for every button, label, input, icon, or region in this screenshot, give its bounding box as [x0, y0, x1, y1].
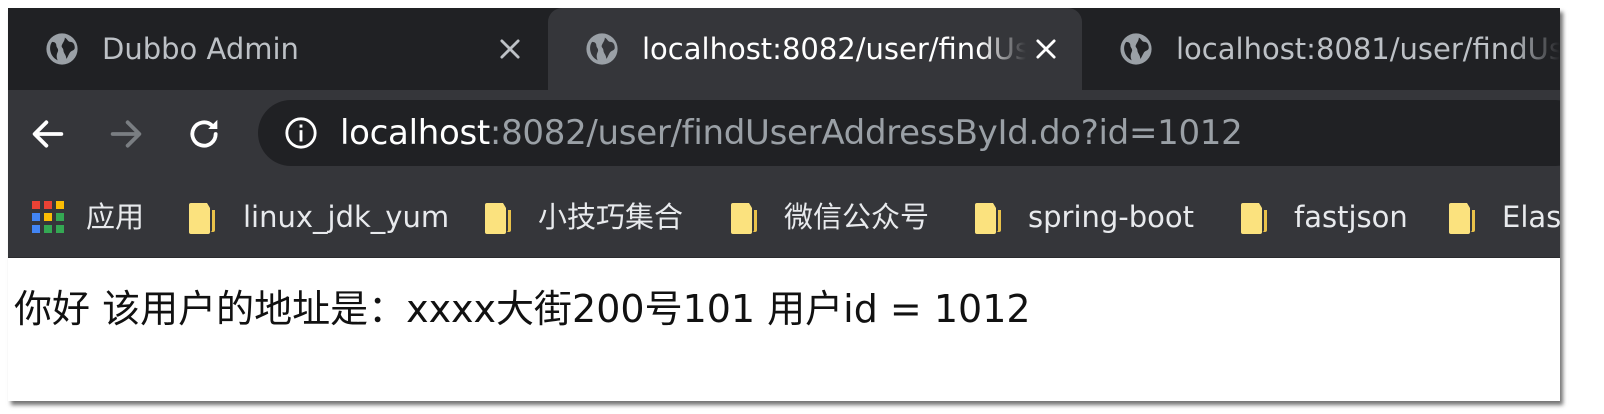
bookmarks-bar: 应用 linux_jdk_yum 小技巧集合 微信公众号 spring-boot…	[8, 176, 1560, 258]
globe-icon	[1120, 33, 1152, 65]
bookmark-label: 小技巧集合	[538, 200, 684, 234]
tab-localhost-8081[interactable]: localhost:8081/user/findUs	[1082, 8, 1560, 90]
bookmark-tips[interactable]: 小技巧集合	[484, 194, 704, 240]
url-path: :8082/user/findUserAddressById.do?id=101…	[489, 113, 1243, 153]
back-arrow-icon[interactable]	[28, 114, 68, 154]
tab-strip: Dubbo Admin localhost:8082/user/findUs l…	[8, 8, 1560, 90]
bookmark-elast[interactable]: Elast	[1448, 194, 1560, 240]
info-icon[interactable]	[284, 116, 318, 150]
bookmark-label: 应用	[86, 200, 145, 234]
page-content: 你好 该用户的地址是：xxxx大街200号101 用户id = 1012	[8, 258, 1560, 401]
bookmark-wechat[interactable]: 微信公众号	[730, 194, 950, 240]
toolbar: localhost:8082/user/findUserAddressById.…	[8, 90, 1560, 176]
tab-title: localhost:8081/user/findUs	[1176, 32, 1560, 66]
tab-title: localhost:8082/user/findUs	[642, 32, 1026, 66]
folder-icon	[1241, 203, 1267, 234]
folder-icon	[975, 203, 1001, 234]
close-icon[interactable]	[496, 35, 524, 63]
globe-icon	[586, 33, 618, 65]
folder-icon	[189, 203, 215, 234]
browser-window: Dubbo Admin localhost:8082/user/findUs l…	[8, 8, 1560, 401]
folder-icon	[731, 203, 757, 234]
folder-icon	[485, 203, 511, 234]
bookmark-linux-jdk-yum[interactable]: linux_jdk_yum	[188, 194, 458, 240]
bookmark-label: linux_jdk_yum	[243, 200, 450, 234]
bookmark-apps[interactable]: 应用	[32, 194, 162, 240]
tab-dubbo-admin[interactable]: Dubbo Admin	[8, 8, 548, 90]
close-icon[interactable]	[1032, 35, 1060, 63]
url-host: localhost	[340, 113, 490, 153]
address-bar[interactable]: localhost:8082/user/findUserAddressById.…	[258, 100, 1560, 166]
tab-localhost-8082[interactable]: localhost:8082/user/findUs	[548, 8, 1082, 90]
bookmark-label: Elast	[1502, 200, 1560, 234]
response-text: 你好 该用户的地址是：xxxx大街200号101 用户id = 1012	[14, 287, 1031, 331]
folder-icon	[1449, 203, 1475, 234]
bookmark-label: fastjson	[1294, 200, 1408, 234]
bookmark-fastjson[interactable]: fastjson	[1240, 194, 1430, 240]
reload-icon[interactable]	[184, 114, 224, 154]
globe-icon	[46, 33, 78, 65]
bookmark-label: 微信公众号	[784, 200, 930, 234]
url-text[interactable]: localhost:8082/user/findUserAddressById.…	[340, 110, 1243, 156]
bookmark-spring-boot[interactable]: spring-boot	[974, 194, 1214, 240]
tab-title: Dubbo Admin	[102, 32, 299, 66]
apps-grid-icon	[32, 201, 64, 233]
forward-arrow-icon[interactable]	[106, 114, 146, 154]
bookmark-label: spring-boot	[1028, 200, 1195, 234]
